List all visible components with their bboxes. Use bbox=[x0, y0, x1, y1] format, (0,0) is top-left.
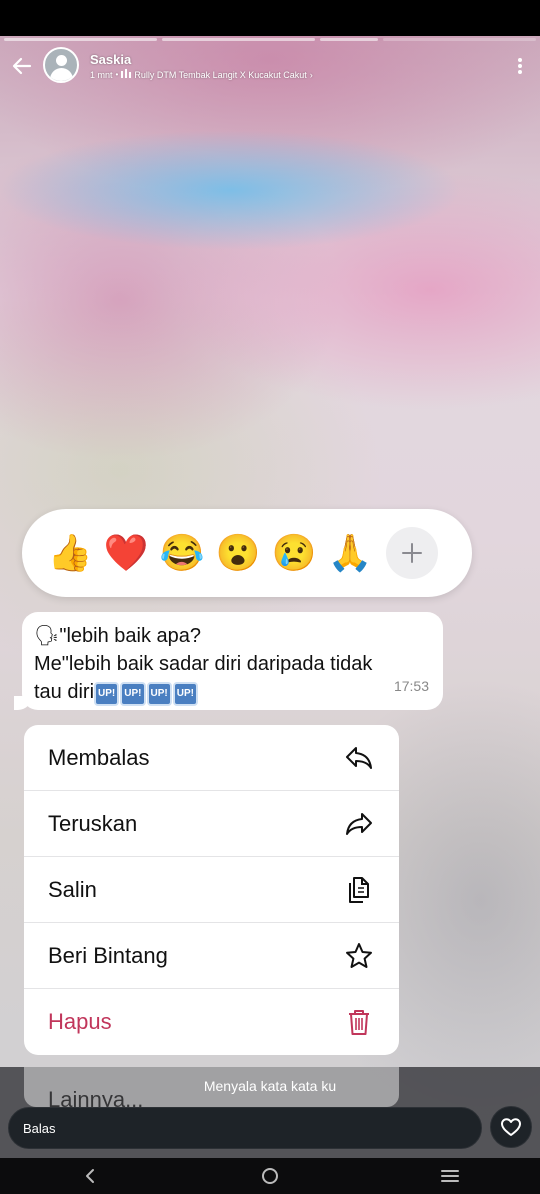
message-line-1: 🗣"lebih baik apa? bbox=[34, 622, 431, 650]
avatar[interactable] bbox=[43, 47, 79, 83]
menu-label: Salin bbox=[48, 876, 97, 902]
copy-icon bbox=[343, 874, 375, 906]
music-bars-icon bbox=[121, 69, 132, 80]
context-menu: Membalas Teruskan Salin Beri Bintang Hap… bbox=[24, 725, 399, 1055]
message-line-3: tau diri UP! UP! UP! UP! bbox=[34, 678, 431, 706]
menu-label: Hapus bbox=[48, 1009, 112, 1034]
message-time: 17:53 bbox=[393, 678, 429, 694]
bubble-tail bbox=[14, 696, 32, 710]
progress-segment bbox=[319, 38, 379, 41]
menu-item-copy[interactable]: Salin bbox=[24, 857, 399, 923]
back-arrow-icon[interactable] bbox=[10, 54, 34, 78]
menu-item-forward[interactable]: Teruskan bbox=[24, 791, 399, 857]
reply-input[interactable]: Balas bbox=[8, 1107, 482, 1149]
home-icon[interactable] bbox=[250, 1161, 290, 1191]
menu-icon[interactable] bbox=[430, 1161, 470, 1191]
status-bar bbox=[0, 0, 540, 36]
menu-item-reply[interactable]: Membalas bbox=[24, 725, 399, 791]
speaking-head-icon: 🗣 bbox=[34, 625, 60, 647]
heart-reaction[interactable]: ❤️ bbox=[102, 529, 150, 577]
music-title: Rully DTM Tembak Langit X Kucakut Cakut bbox=[134, 69, 307, 80]
time-ago: 1 mnt bbox=[90, 69, 113, 80]
system-navigation-bar bbox=[0, 1158, 540, 1194]
menu-item-star[interactable]: Beri Bintang bbox=[24, 923, 399, 989]
menu-label: Beri Bintang bbox=[48, 942, 168, 968]
up-badge: UP! bbox=[172, 682, 198, 706]
up-badge: UP! bbox=[94, 682, 120, 706]
menu-label: Membalas bbox=[48, 744, 150, 770]
more-options-icon[interactable] bbox=[512, 56, 528, 78]
folded-hands-reaction[interactable]: 🙏 bbox=[326, 529, 374, 577]
up-badge: UP! bbox=[120, 682, 146, 706]
like-button[interactable] bbox=[490, 1106, 532, 1148]
menu-label: Teruskan bbox=[48, 810, 138, 836]
more-reactions-button[interactable] bbox=[386, 527, 438, 579]
story-header: Saskia 1 mnt • Rully DTM Tembak Langit X… bbox=[0, 46, 540, 86]
crying-reaction[interactable]: 😢 bbox=[270, 529, 318, 577]
laughing-reaction[interactable]: 😂 bbox=[158, 529, 206, 577]
reply-icon bbox=[343, 742, 375, 774]
progress-segment bbox=[383, 38, 536, 41]
avatar-shoulders bbox=[50, 68, 73, 81]
chevron-right-icon: › bbox=[309, 69, 313, 80]
heart-icon bbox=[501, 1118, 521, 1136]
back-icon[interactable] bbox=[70, 1161, 110, 1191]
story-meta[interactable]: 1 mnt • Rully DTM Tembak Langit X Kucaku… bbox=[90, 69, 313, 80]
message-text: "lebih baik apa? bbox=[59, 625, 202, 647]
avatar-head bbox=[56, 55, 67, 66]
story-progress-bar bbox=[4, 38, 536, 41]
story-caption: Menyala kata kata ku bbox=[203, 1078, 337, 1094]
thumbs-up-reaction[interactable]: 👍 bbox=[46, 529, 94, 577]
star-icon bbox=[343, 940, 375, 972]
forward-icon bbox=[343, 808, 375, 840]
message-line-2: Me"lebih baik sadar diri daripada tidak bbox=[34, 653, 373, 675]
reaction-bar: 👍 ❤️ 😂 😮 😢 🙏 bbox=[22, 509, 472, 597]
progress-segment bbox=[161, 38, 315, 41]
plus-icon bbox=[402, 543, 422, 563]
user-name[interactable]: Saskia bbox=[90, 52, 131, 67]
message-text: tau diri bbox=[34, 681, 95, 703]
separator: • bbox=[115, 70, 119, 79]
up-badge: UP! bbox=[146, 682, 172, 706]
surprised-reaction[interactable]: 😮 bbox=[214, 529, 262, 577]
progress-segment bbox=[4, 38, 157, 41]
message-bubble[interactable]: 🗣"lebih baik apa? Me"lebih baik sadar di… bbox=[14, 612, 443, 710]
menu-item-delete[interactable]: Hapus bbox=[24, 989, 399, 1055]
trash-icon bbox=[343, 1006, 375, 1038]
